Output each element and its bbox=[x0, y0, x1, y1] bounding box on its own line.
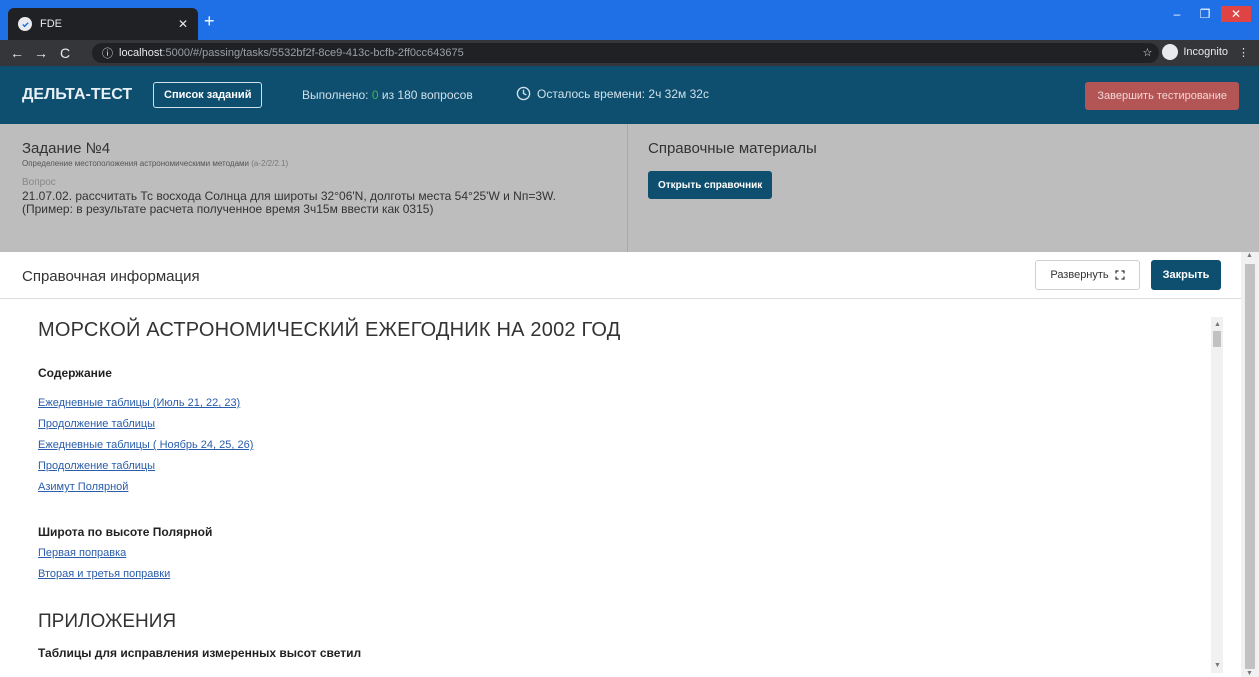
brand-logo: ДЕЛЬТА-ТЕСТ bbox=[22, 86, 133, 103]
scroll-up-icon[interactable]: ▲ bbox=[1214, 321, 1221, 328]
task-code: (a-2/2/2.1) bbox=[251, 159, 289, 168]
task-panel: Задание №4 Определение местоположения ас… bbox=[0, 124, 1259, 252]
scroll-thumb[interactable] bbox=[1245, 264, 1255, 669]
question-text: 21.07.02. рассчитать Тс восхода Солнца д… bbox=[22, 190, 605, 216]
modal-header: Справочная информация Развернуть Закрыть bbox=[0, 252, 1241, 299]
window-controls: – ❐ ✕ bbox=[1165, 6, 1251, 22]
progress-text: Выполнено: 0 из 180 вопросов bbox=[302, 88, 473, 102]
toc-link[interactable]: Продолжение таблицы bbox=[38, 418, 155, 430]
maximize-icon[interactable]: ❐ bbox=[1193, 6, 1217, 22]
appendix-heading: ПРИЛОЖЕНИЯ bbox=[38, 611, 177, 632]
polar-heading: Широта по высоте Полярной bbox=[38, 525, 213, 539]
clock-icon bbox=[516, 86, 531, 101]
reference-modal: Справочная информация Развернуть Закрыть… bbox=[0, 252, 1241, 677]
incognito-icon bbox=[1162, 44, 1179, 60]
browser-toolbar: ← → C ⓘ localhost :5000/#/passing/tasks/… bbox=[0, 40, 1259, 66]
appendix-subheading: Таблицы для исправления измеренных высот… bbox=[38, 646, 362, 660]
window-close-icon[interactable]: ✕ bbox=[1221, 6, 1251, 22]
task-subtitle: Определение местоположения астрономическ… bbox=[22, 159, 605, 168]
document-heading: МОРСКОЙ АСТРОНОМИЧЕСКИЙ ЕЖЕГОДНИК НА 200… bbox=[38, 319, 621, 341]
star-icon[interactable]: ☆ bbox=[1142, 46, 1152, 59]
browser-tab-bar: FDE ✕ + – ❐ ✕ bbox=[0, 0, 1259, 40]
question-line: (Пример: в результате расчета полученное… bbox=[22, 202, 434, 216]
modal-scrollbar[interactable]: ▲ ▼ bbox=[1241, 252, 1259, 677]
close-modal-button[interactable]: Закрыть bbox=[1151, 260, 1221, 290]
task-list-button[interactable]: Список заданий bbox=[153, 82, 263, 108]
content-scrollbar[interactable]: ▲ ▼ bbox=[1211, 317, 1223, 673]
scroll-down-icon[interactable]: ▼ bbox=[1246, 670, 1253, 677]
scroll-thumb[interactable] bbox=[1213, 331, 1221, 347]
question-label: Вопрос bbox=[22, 177, 56, 188]
incognito-indicator[interactable]: Incognito bbox=[1162, 44, 1228, 60]
reload-icon[interactable]: C bbox=[56, 45, 74, 61]
progress-prefix: Выполнено: bbox=[302, 88, 369, 102]
check-circle-icon bbox=[18, 17, 32, 31]
toc-link[interactable]: Ежедневные таблицы (Июль 21, 22, 23) bbox=[38, 397, 240, 409]
polar-link[interactable]: Вторая и третья поправки bbox=[38, 568, 170, 580]
task-title: Задание №4 bbox=[22, 140, 111, 157]
progress-suffix: из 180 вопросов bbox=[381, 88, 473, 102]
reference-materials: Справочные материалы Открыть справочник bbox=[648, 140, 817, 199]
menu-kebab-icon[interactable]: ⋮ bbox=[1238, 46, 1249, 59]
new-tab-icon[interactable]: + bbox=[204, 12, 215, 30]
timer-text: Осталось времени: 2ч 32м 32с bbox=[537, 86, 709, 101]
time-remaining: Осталось времени: 2ч 32м 32с bbox=[516, 86, 709, 101]
expand-label: Развернуть bbox=[1050, 269, 1109, 281]
modal-title: Справочная информация bbox=[22, 268, 200, 285]
open-reference-button[interactable]: Открыть справочник bbox=[648, 171, 773, 199]
minimize-icon[interactable]: – bbox=[1165, 6, 1189, 22]
reference-title: Справочные материалы bbox=[648, 140, 817, 157]
tab-title: FDE bbox=[40, 18, 62, 30]
scroll-up-icon[interactable]: ▲ bbox=[1246, 252, 1253, 259]
back-arrow-icon[interactable]: ← bbox=[8, 45, 26, 61]
app-header: ДЕЛЬТА-ТЕСТ Список заданий Выполнено: 0 … bbox=[0, 66, 1259, 124]
modal-content: МОРСКОЙ АСТРОНОМИЧЕСКИЙ ЕЖЕГОДНИК НА 200… bbox=[0, 300, 1210, 677]
fullscreen-icon bbox=[1115, 270, 1125, 280]
toc-link[interactable]: Продолжение таблицы bbox=[38, 460, 155, 472]
task-topic: Определение местоположения астрономическ… bbox=[22, 159, 249, 168]
toc-link[interactable]: Азимут Полярной bbox=[38, 481, 128, 493]
forward-arrow-icon[interactable]: → bbox=[32, 45, 50, 61]
incognito-label: Incognito bbox=[1183, 46, 1228, 58]
url-path: :5000/#/passing/tasks/5532bf2f-8ce9-413c… bbox=[162, 47, 464, 59]
polar-link[interactable]: Первая поправка bbox=[38, 547, 126, 559]
scroll-down-icon[interactable]: ▼ bbox=[1214, 662, 1221, 669]
url-host: localhost bbox=[119, 47, 163, 59]
info-icon[interactable]: ⓘ bbox=[102, 45, 113, 61]
browser-tab[interactable]: FDE ✕ bbox=[8, 8, 198, 40]
address-bar[interactable]: ⓘ localhost :5000/#/passing/tasks/5532bf… bbox=[92, 43, 1159, 63]
expand-button[interactable]: Развернуть bbox=[1035, 260, 1140, 290]
toc-heading: Содержание bbox=[38, 366, 112, 380]
close-icon[interactable]: ✕ bbox=[178, 17, 188, 31]
progress-done-count: 0 bbox=[371, 88, 379, 102]
toc-link[interactable]: Ежедневные таблицы ( Ноябрь 24, 25, 26) bbox=[38, 439, 253, 451]
task-info: Задание №4 Определение местоположения ас… bbox=[0, 124, 628, 252]
finish-test-button[interactable]: Завершить тестирование bbox=[1085, 82, 1239, 110]
